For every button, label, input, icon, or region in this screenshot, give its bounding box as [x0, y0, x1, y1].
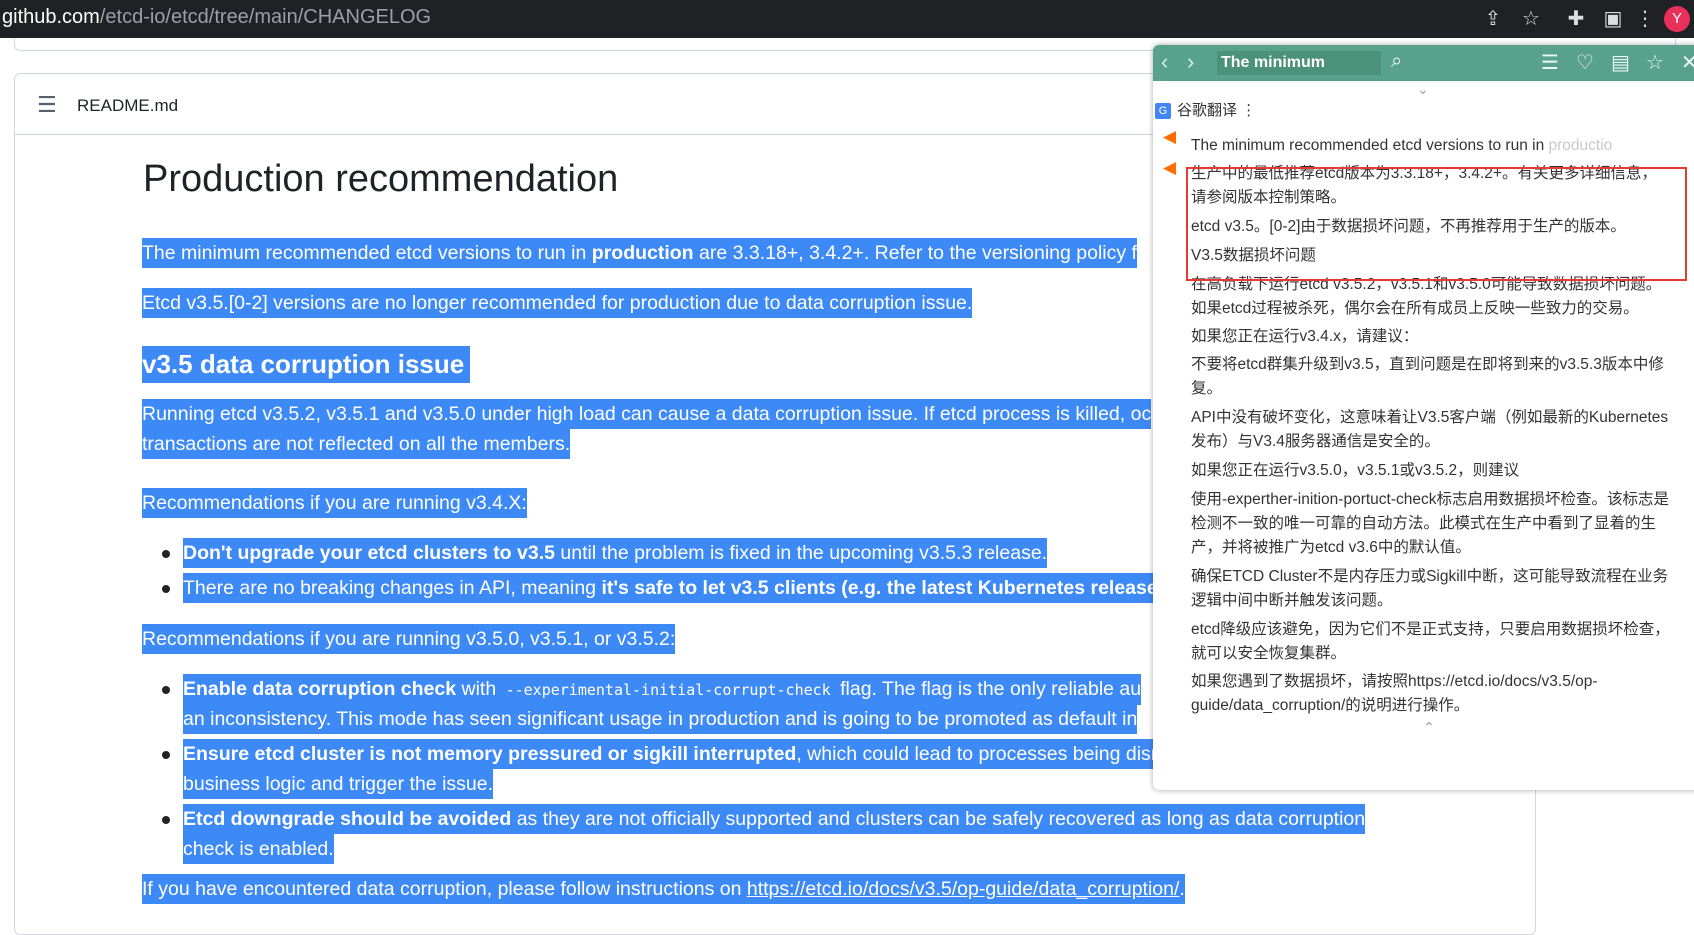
bullet: [162, 751, 170, 759]
list-item-downgrade: Etcd downgrade should be avoided as they…: [183, 804, 1366, 834]
scroll-up-chevron-icon[interactable]: ⌃: [1423, 719, 1435, 736]
flag-code: --experimental-initial-corrupt-check: [505, 681, 831, 699]
search-icon[interactable]: ⌕: [1391, 50, 1402, 73]
recommendations-v34: Recommendations if you are running v3.4.…: [142, 488, 527, 518]
bullet: [162, 585, 170, 593]
translation-line: 如果您正在运行v3.5.0，v3.5.1或v3.5.2，则建议: [1191, 462, 1520, 479]
collapse-chevron-icon[interactable]: ⌄: [1417, 81, 1429, 98]
translation-line: 使用-experther-inition-portuct-check标志启用数据…: [1191, 491, 1670, 508]
translation-line: 检测不一致的唯一可靠的自动方法。此模式在生产中看到了显着的生: [1191, 515, 1657, 532]
translation-line: guide/data_corruption/的说明进行操作。: [1191, 697, 1470, 714]
translation-line: 如果etcd过程被杀死，偶尔会在所有成员上反映一些致力的交易。: [1191, 300, 1639, 317]
popup-query[interactable]: The minimum: [1217, 51, 1381, 75]
share-icon[interactable]: ⇪: [1480, 6, 1506, 32]
list-item-downgrade-line2: check is enabled.: [183, 834, 334, 864]
translation-line: 发布）与V3.4服务器通信是安全的。: [1191, 433, 1440, 450]
star-icon[interactable]: ☆: [1518, 6, 1544, 32]
bullet: [162, 550, 170, 558]
list-item-dont-upgrade: Don't upgrade your etcd clusters to v3.5…: [183, 538, 1048, 568]
source-text: The minimum recommended etcd versions to…: [1191, 137, 1613, 154]
engine-label: G 谷歌翻译 ⋮: [1155, 99, 1256, 120]
translation-line: 产，并将被推广为etcd v3.6中的默认值。: [1191, 539, 1471, 556]
sidepanel-icon[interactable]: ▣: [1600, 6, 1626, 32]
google-translate-icon: G: [1155, 103, 1171, 120]
book-icon[interactable]: ▤: [1611, 50, 1630, 75]
paragraph-deprecated: Etcd v3.5.[0-2] versions are no longer r…: [142, 288, 973, 318]
list-item-enable-check-line2: an inconsistency. This mode has seen sig…: [183, 704, 1138, 734]
translation-line: 逻辑中间中断并触发该问题。: [1191, 592, 1393, 609]
bullet: [162, 816, 170, 824]
back-icon[interactable]: ‹: [1161, 49, 1168, 75]
paragraph-corruption-line1: Running etcd v3.5.2, v3.5.1 and v3.5.0 u…: [142, 399, 1152, 429]
translation-line: 确保ETCD Cluster不是内存压力或Sigkill中断，这可能导致流程在业…: [1191, 568, 1669, 585]
popup-toolbar: ‹ › The minimum ⌕ ☰ ♡ ▤ ☆ ✕: [1153, 45, 1694, 81]
url-path: /etcd-io/etcd/tree/main/CHANGELOG: [99, 6, 432, 28]
close-icon[interactable]: ✕: [1681, 50, 1694, 75]
highlight-box: [1186, 167, 1687, 281]
pin-icon[interactable]: ☆: [1646, 50, 1664, 75]
speaker-icon[interactable]: ◀: [1163, 127, 1176, 147]
translation-line: 如果您正在运行v3.4.x，请建议：: [1191, 328, 1419, 345]
translation-line: etcd降级应该避免，因为它们不是正式支持，只要启用数据损坏检查，: [1191, 621, 1670, 638]
recommendations-v35: Recommendations if you are running v3.5.…: [142, 624, 676, 654]
paragraph-corruption-line2: transactions are not reflected on all th…: [142, 429, 571, 459]
list-item-no-breaking: There are no breaking changes in API, me…: [183, 573, 1176, 603]
browser-toolbar: github.com/etcd-io/etcd/tree/main/CHANGE…: [0, 0, 1694, 38]
extensions-icon[interactable]: ✚: [1563, 6, 1589, 32]
menu-icon[interactable]: ☰: [1541, 50, 1559, 75]
list-item-enable-check: Enable data corruption check with --expe…: [183, 674, 1142, 705]
engine-menu-icon[interactable]: ⋮: [1241, 102, 1256, 119]
more-icon[interactable]: ⋮: [1632, 6, 1658, 32]
translation-line: 如果您遇到了数据损坏，请按照https://etcd.io/docs/v3.5/…: [1191, 673, 1598, 690]
translation-popup: ‹ › The minimum ⌕ ☰ ♡ ▤ ☆ ✕ ⌄ G谷歌翻译 ⋮ ⌄ …: [1153, 45, 1694, 790]
list-icon[interactable]: ☰: [37, 92, 57, 118]
list-item-memory: Ensure etcd cluster is not memory pressu…: [183, 739, 1169, 769]
url-host: github.com: [2, 6, 100, 28]
translation-line: 复。: [1191, 380, 1223, 397]
data-corruption-link[interactable]: https://etcd.io/docs/v3.5/op-guide/data_…: [747, 878, 1180, 900]
page-title: Production recommendation: [143, 158, 619, 200]
forward-icon[interactable]: ›: [1187, 49, 1194, 75]
address-bar[interactable]: github.com/etcd-io/etcd/tree/main/CHANGE…: [2, 6, 431, 29]
bullet: [162, 686, 170, 694]
avatar[interactable]: Y: [1664, 6, 1690, 32]
section-heading: v3.5 data corruption issue: [142, 346, 471, 383]
paragraph-instructions: If you have encountered data corruption,…: [142, 874, 1185, 904]
speaker-icon[interactable]: ◀: [1163, 158, 1176, 178]
translation-line: API中没有破坏变化，这意味着让V3.5客户端（例如最新的Kubernetes: [1191, 409, 1669, 426]
heart-icon[interactable]: ♡: [1576, 50, 1594, 75]
list-item-memory-line2: business logic and trigger the issue.: [183, 769, 494, 799]
readme-file-name[interactable]: README.md: [77, 96, 178, 116]
translation-line: 就可以安全恢复集群。: [1191, 645, 1347, 662]
translation-line: 不要将etcd群集升级到v3.5，直到问题是在即将到来的v3.5.3版本中修: [1191, 356, 1664, 373]
paragraph-min-versions: The minimum recommended etcd versions to…: [142, 238, 1137, 268]
